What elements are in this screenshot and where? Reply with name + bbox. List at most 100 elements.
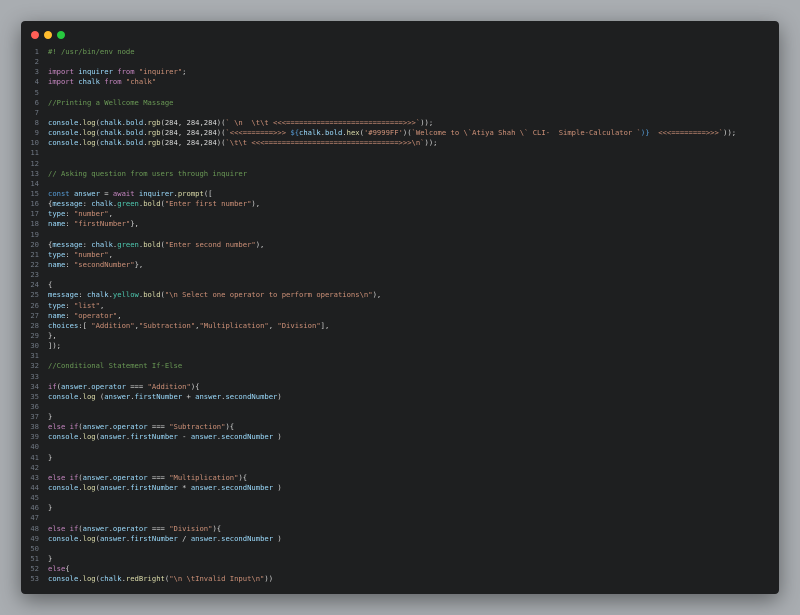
code-line: 23 bbox=[21, 270, 779, 280]
code-token: (284, 284,284)( bbox=[160, 138, 226, 148]
code-token: answer bbox=[190, 432, 217, 442]
code-token: bold bbox=[143, 290, 161, 300]
code-token: secondNumber bbox=[225, 391, 278, 401]
code-token: bold bbox=[143, 199, 161, 209]
code-token: answer bbox=[82, 472, 109, 482]
code-token: operator bbox=[112, 523, 148, 533]
code-token: await bbox=[112, 188, 139, 198]
code-token: : bbox=[65, 300, 74, 310]
code-token: secondNumber bbox=[221, 483, 274, 493]
code-token: ]); bbox=[48, 341, 61, 351]
code-token: answer bbox=[60, 381, 87, 391]
code-token: "Subtraction" bbox=[138, 320, 196, 330]
code-token: firstNumber bbox=[130, 432, 178, 442]
code-token: firstNumber bbox=[130, 483, 178, 493]
code-line: 20 {message: chalk.green.bold("Enter seco… bbox=[21, 240, 779, 250]
line-number: 47 bbox=[30, 513, 39, 523]
line-number: 9 bbox=[34, 128, 39, 138]
code-line: 22 name: "secondNumber"}, bbox=[21, 260, 779, 270]
code-token: = bbox=[99, 188, 113, 198]
code-token: "chalk" bbox=[125, 77, 157, 87]
line-number: 6 bbox=[34, 97, 39, 107]
line-number: 36 bbox=[30, 401, 39, 411]
code-token: `\t\t <<<===============================… bbox=[225, 138, 425, 148]
code-token: bold bbox=[325, 128, 343, 138]
code-token: from bbox=[112, 67, 139, 77]
code-token: firstNumber bbox=[130, 533, 178, 543]
line-number: 18 bbox=[30, 219, 39, 229]
code-token: ) bbox=[273, 533, 282, 543]
line-number: 7 bbox=[34, 107, 39, 117]
code-token: } bbox=[48, 503, 53, 513]
minimize-dot-icon[interactable] bbox=[44, 31, 52, 39]
code-token: === bbox=[125, 381, 148, 391]
code-token: "number" bbox=[73, 209, 109, 219]
line-number: 51 bbox=[30, 554, 39, 564]
code-token: log bbox=[82, 391, 96, 401]
code-token: "Enter second number" bbox=[164, 239, 256, 249]
code-token: }, bbox=[134, 259, 144, 269]
code-token: #! /usr/bin/env node bbox=[48, 47, 135, 56]
code-token: (284, 284,284)( bbox=[160, 117, 226, 127]
code-token: chalk bbox=[86, 290, 109, 300]
code-token: rgb bbox=[147, 138, 161, 148]
line-number: 16 bbox=[30, 199, 39, 209]
code-line: 47 bbox=[21, 513, 779, 523]
code-token: ; bbox=[182, 67, 187, 77]
code-line: 46} bbox=[21, 503, 779, 513]
code-token: rgb bbox=[147, 128, 161, 138]
code-token: chalk bbox=[99, 117, 122, 127]
code-token: operator bbox=[91, 381, 126, 391]
code-token: ), bbox=[372, 290, 382, 300]
code-token: console bbox=[48, 533, 79, 543]
code-token: prompt bbox=[177, 188, 204, 198]
code-line: 24 { bbox=[21, 280, 779, 290]
maximize-dot-icon[interactable] bbox=[57, 31, 65, 39]
code-token: else bbox=[48, 564, 66, 574]
code-line: 19 bbox=[21, 230, 779, 240]
code-token: ), bbox=[251, 199, 261, 209]
line-number: 37 bbox=[30, 412, 39, 422]
code-editor[interactable]: 1 #! /usr/bin/env node 2 3 import inquirer f… bbox=[21, 47, 779, 584]
line-number: 44 bbox=[30, 483, 39, 493]
code-token: )); bbox=[723, 128, 737, 138]
code-line: 53 console.log(chalk.redBright("\n \tInva… bbox=[21, 574, 779, 584]
code-token: bold bbox=[125, 117, 144, 127]
code-line: 32 //Conditional Statement If-Else bbox=[21, 361, 779, 371]
code-line: 11 bbox=[21, 148, 779, 158]
code-line: 34 if(answer.operator === "Addition"){ bbox=[21, 382, 779, 392]
line-number: 34 bbox=[30, 381, 39, 391]
line-number: 48 bbox=[30, 523, 39, 533]
code-line: 6 //Printing a Wellcome Massage bbox=[21, 98, 779, 108]
code-token: )); bbox=[420, 117, 434, 127]
code-token: bold bbox=[125, 138, 144, 148]
code-line: 3 import inquirer from "inquirer"; bbox=[21, 67, 779, 77]
code-window: 1 #! /usr/bin/env node 2 3 import inquirer f… bbox=[21, 21, 779, 594]
line-number: 30 bbox=[30, 341, 39, 351]
code-token: answer bbox=[82, 523, 109, 533]
code-token: : bbox=[65, 249, 74, 259]
code-line: 50 bbox=[21, 544, 779, 554]
code-token: "Multiplication" bbox=[169, 472, 239, 482]
code-token: log bbox=[82, 574, 96, 584]
code-line: 4 import chalk from "chalk" bbox=[21, 77, 779, 87]
code-token: - bbox=[177, 432, 191, 442]
code-token: "Subtraction" bbox=[169, 422, 226, 432]
code-token: } bbox=[48, 554, 53, 564]
code-token: console bbox=[48, 128, 79, 138]
line-number: 1 bbox=[34, 47, 39, 56]
line-number: 52 bbox=[30, 564, 39, 574]
window-titlebar bbox=[21, 21, 779, 47]
code-token: } bbox=[48, 452, 53, 462]
code-line: 36 bbox=[21, 402, 779, 412]
code-token: ` \n \t\t <<<===========================… bbox=[225, 117, 421, 127]
code-line: 38 else if(answer.operator === "Subtracti… bbox=[21, 422, 779, 432]
code-token: log bbox=[82, 138, 96, 148]
code-token: "firstNumber" bbox=[73, 219, 131, 229]
line-number: 14 bbox=[30, 178, 39, 188]
code-token: if bbox=[69, 472, 79, 482]
code-token: log bbox=[82, 432, 96, 442]
close-dot-icon[interactable] bbox=[31, 31, 39, 39]
code-token: "secondNumber" bbox=[73, 259, 135, 269]
code-token: if bbox=[69, 422, 79, 432]
